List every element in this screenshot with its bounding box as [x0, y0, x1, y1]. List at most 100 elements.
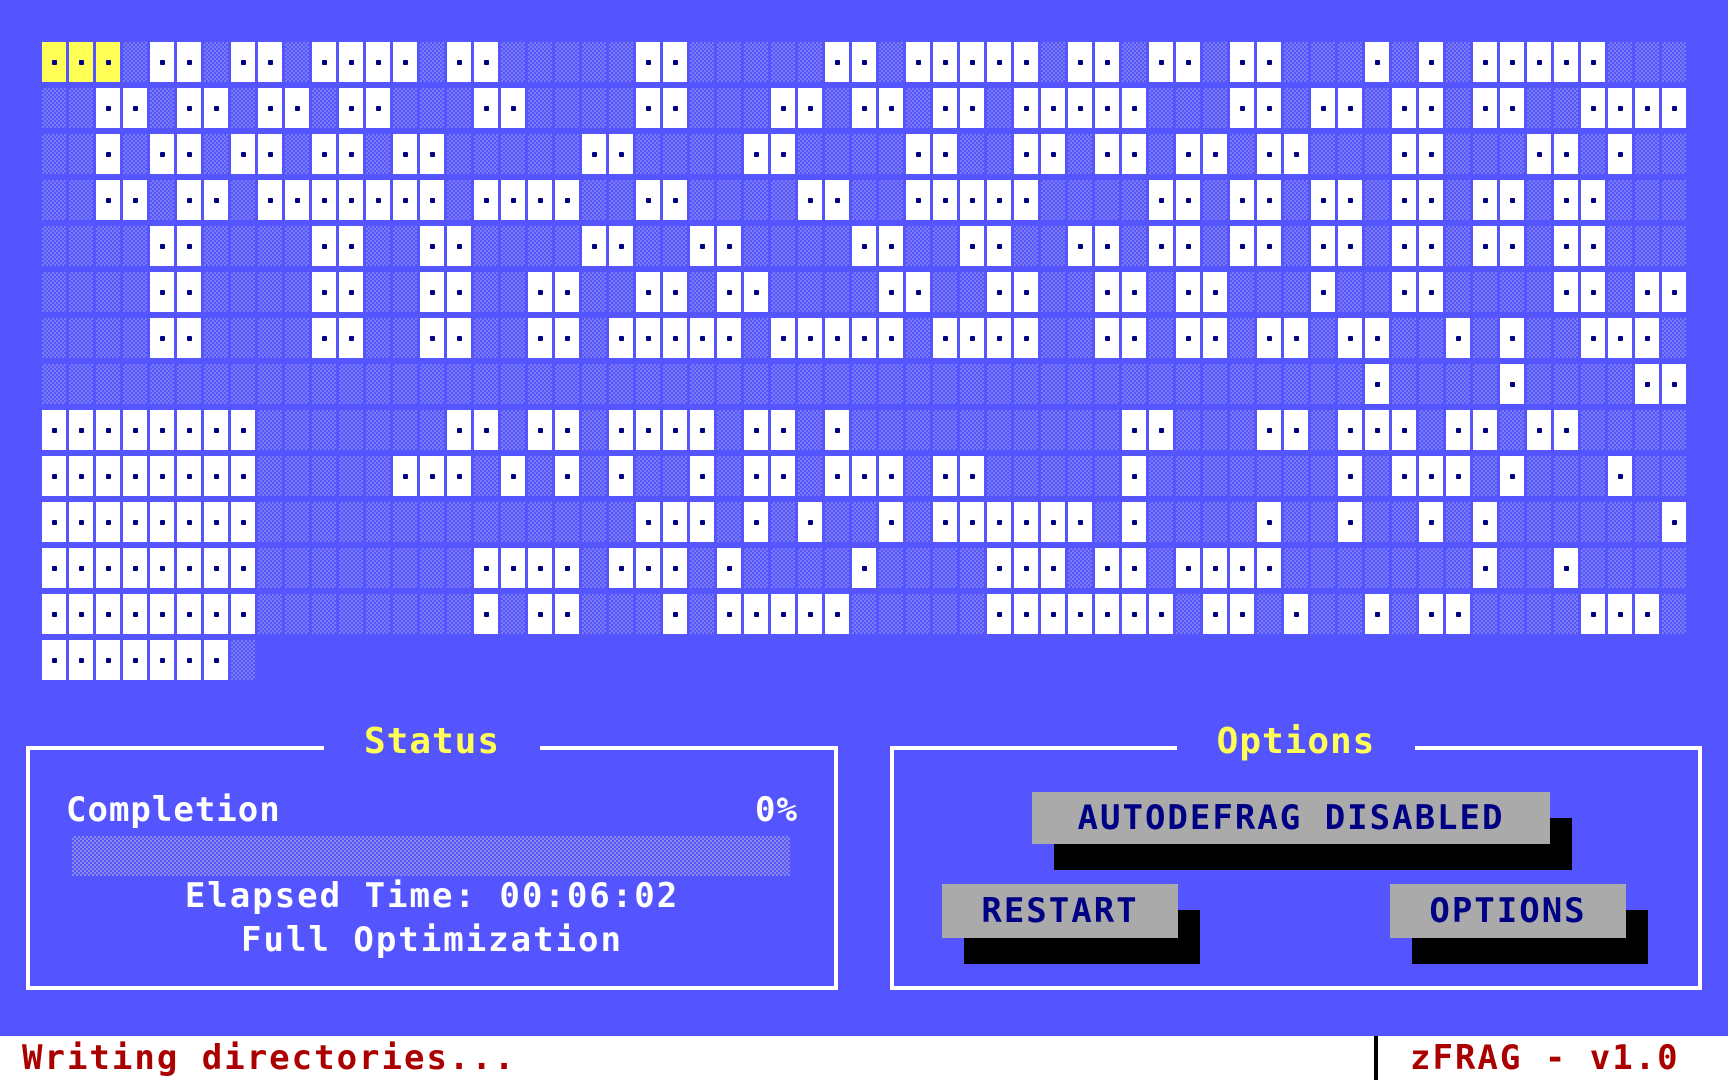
used-cluster — [69, 640, 93, 680]
used-cluster — [1338, 502, 1362, 542]
used-cluster — [69, 594, 93, 634]
used-cluster — [1554, 548, 1578, 588]
free-cluster — [1095, 180, 1119, 220]
used-cluster — [1203, 594, 1227, 634]
completion-percent: 0% — [755, 790, 798, 830]
free-cluster — [42, 134, 66, 174]
used-cluster — [1446, 318, 1470, 358]
options-button-group: OPTIONS — [1390, 884, 1652, 966]
used-cluster — [1014, 134, 1038, 174]
used-cluster — [1230, 42, 1254, 82]
free-cluster — [447, 134, 471, 174]
used-cluster — [1608, 594, 1632, 634]
used-cluster — [636, 502, 660, 542]
free-cluster — [1662, 134, 1686, 174]
used-cluster — [69, 548, 93, 588]
free-cluster — [1176, 456, 1200, 496]
free-cluster — [1500, 134, 1524, 174]
free-cluster — [366, 272, 390, 312]
used-cluster — [636, 272, 660, 312]
used-cluster — [636, 42, 660, 82]
used-cluster — [1122, 272, 1146, 312]
free-cluster — [501, 502, 525, 542]
used-cluster — [1176, 180, 1200, 220]
free-cluster — [1203, 42, 1227, 82]
used-cluster — [150, 226, 174, 266]
used-cluster — [177, 180, 201, 220]
free-cluster — [852, 594, 876, 634]
used-cluster — [1041, 88, 1065, 128]
used-cluster — [906, 272, 930, 312]
used-cluster — [177, 134, 201, 174]
free-cluster — [1419, 410, 1443, 450]
free-cluster — [1446, 548, 1470, 588]
free-cluster — [1473, 594, 1497, 634]
used-cluster — [933, 502, 957, 542]
free-cluster — [1392, 594, 1416, 634]
used-cluster — [582, 134, 606, 174]
free-cluster — [1095, 502, 1119, 542]
used-cluster — [177, 318, 201, 358]
free-cluster — [96, 226, 120, 266]
used-cluster — [312, 180, 336, 220]
used-cluster — [717, 548, 741, 588]
free-cluster — [285, 134, 309, 174]
free-cluster — [231, 272, 255, 312]
used-cluster — [663, 548, 687, 588]
free-cluster — [798, 42, 822, 82]
used-cluster — [609, 318, 633, 358]
free-cluster — [960, 364, 984, 404]
restart-button[interactable]: RESTART — [942, 884, 1178, 938]
free-cluster — [204, 272, 228, 312]
free-cluster — [96, 318, 120, 358]
free-cluster — [1500, 272, 1524, 312]
elapsed-time: Elapsed Time: 00:06:02 — [184, 876, 680, 916]
used-cluster — [1581, 272, 1605, 312]
free-cluster — [555, 502, 579, 542]
used-cluster — [1635, 364, 1659, 404]
used-cluster — [1446, 594, 1470, 634]
free-cluster — [717, 134, 741, 174]
free-cluster — [1662, 42, 1686, 82]
free-cluster — [42, 318, 66, 358]
current-cluster — [96, 42, 120, 82]
used-cluster — [1608, 134, 1632, 174]
free-cluster — [1122, 42, 1146, 82]
free-cluster — [150, 364, 174, 404]
used-cluster — [1284, 318, 1308, 358]
free-cluster — [1608, 502, 1632, 542]
used-cluster — [501, 456, 525, 496]
free-cluster — [69, 272, 93, 312]
used-cluster — [312, 226, 336, 266]
used-cluster — [1473, 502, 1497, 542]
free-cluster — [393, 502, 417, 542]
used-cluster — [96, 410, 120, 450]
free-cluster — [366, 134, 390, 174]
used-cluster — [1122, 548, 1146, 588]
free-cluster — [609, 180, 633, 220]
used-cluster — [393, 180, 417, 220]
options-button[interactable]: OPTIONS — [1390, 884, 1626, 938]
free-cluster — [393, 226, 417, 266]
used-cluster — [1230, 548, 1254, 588]
used-cluster — [501, 180, 525, 220]
free-cluster — [582, 88, 606, 128]
used-cluster — [420, 226, 444, 266]
free-cluster — [123, 272, 147, 312]
free-cluster — [501, 364, 525, 404]
used-cluster — [1122, 88, 1146, 128]
free-cluster — [258, 364, 282, 404]
used-cluster — [1041, 134, 1065, 174]
used-cluster — [1473, 410, 1497, 450]
used-cluster — [744, 272, 768, 312]
free-cluster — [393, 272, 417, 312]
free-cluster — [69, 134, 93, 174]
free-cluster — [1284, 502, 1308, 542]
autodefrag-toggle-button[interactable]: AUTODEFRAG DISABLED — [1032, 792, 1550, 844]
free-cluster — [852, 272, 876, 312]
free-cluster — [1419, 364, 1443, 404]
free-cluster — [1311, 410, 1335, 450]
free-cluster — [231, 640, 255, 680]
free-cluster — [879, 42, 903, 82]
used-cluster — [825, 318, 849, 358]
